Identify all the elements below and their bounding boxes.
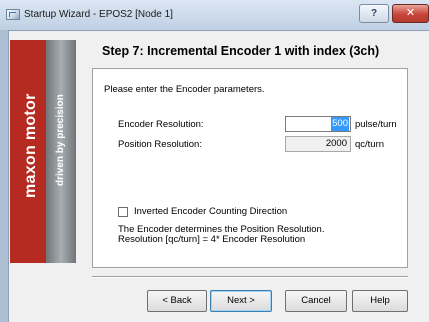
question-mark-icon: ? [370, 8, 378, 19]
note-line-2: Resolution [qc/turn] = 4* Encoder Resolu… [118, 234, 306, 245]
position-resolution-label: Position Resolution: [118, 139, 202, 150]
close-icon: ✕ [405, 7, 416, 19]
position-resolution-value: 2000 [285, 136, 351, 152]
step-title: Step 7: Incremental Encoder 1 with index… [102, 44, 380, 58]
encoder-resolution-input[interactable]: 500 [285, 116, 351, 132]
help-button[interactable]: Help [352, 290, 408, 312]
encoder-resolution-label: Encoder Resolution: [118, 119, 204, 130]
prompt-text: Please enter the Encoder parameters. [104, 84, 265, 95]
button-separator [92, 276, 408, 278]
brand-slogan: driven by precision [55, 94, 66, 186]
back-button[interactable]: < Back [147, 290, 207, 312]
cancel-button[interactable]: Cancel [285, 290, 347, 312]
wizard-app-icon [6, 9, 20, 20]
title-bar[interactable]: Startup Wizard - EPOS2 [Node 1] ? ✕ [0, 0, 429, 30]
next-button[interactable]: Next > [210, 290, 272, 312]
encoder-resolution-value: 500 [331, 117, 349, 131]
maxon-brand-banner: maxon motor driven by precision [10, 40, 76, 263]
startup-wizard-window: Startup Wizard - EPOS2 [Node 1] ? ✕ maxo… [0, 0, 429, 322]
title-help-button[interactable]: ? [359, 4, 389, 23]
brand-name: maxon motor [22, 93, 39, 198]
window-title: Startup Wizard - EPOS2 [Node 1] [24, 9, 173, 20]
inverted-direction-checkbox[interactable] [118, 207, 128, 217]
encoder-resolution-unit: pulse/turn [355, 119, 397, 130]
position-resolution-unit: qc/turn [355, 139, 385, 150]
close-button[interactable]: ✕ [392, 4, 429, 23]
inverted-direction-label[interactable]: Inverted Encoder Counting Direction [134, 206, 287, 217]
